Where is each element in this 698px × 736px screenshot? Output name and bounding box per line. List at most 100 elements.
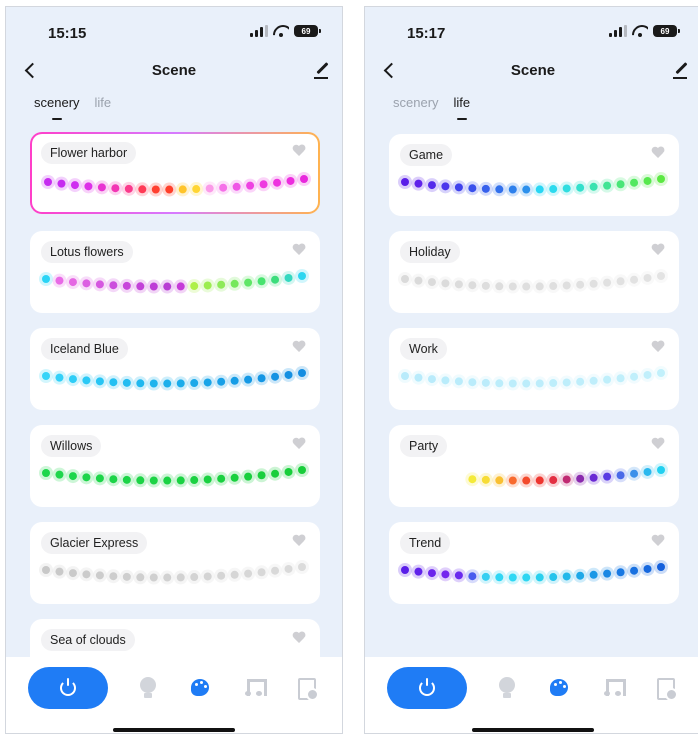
- edit-icon[interactable]: [671, 59, 691, 81]
- light-dot: [657, 272, 665, 280]
- scene-card-holiday[interactable]: Holiday: [389, 231, 679, 313]
- light-dot: [244, 569, 253, 578]
- light-dot-glow: [519, 376, 534, 391]
- light-dot: [257, 471, 266, 480]
- light-dot-glow: [106, 375, 121, 390]
- light-dot-glow: [133, 376, 148, 391]
- palette-icon[interactable]: [550, 677, 570, 699]
- light-dot: [95, 280, 104, 289]
- favorite-heart-icon[interactable]: [651, 438, 665, 451]
- light-dot: [616, 471, 625, 480]
- light-dot-glow: [187, 376, 202, 391]
- light-dot: [495, 573, 504, 582]
- bulb-icon[interactable]: [497, 677, 517, 699]
- light-dot-glow: [613, 371, 628, 386]
- power-icon: [60, 678, 76, 696]
- tab-scenery[interactable]: scenery: [34, 95, 80, 120]
- light-dot: [549, 476, 558, 485]
- light-dot-glow: [119, 569, 134, 584]
- scene-card-iceland-blue[interactable]: Iceland Blue: [30, 328, 320, 410]
- edit-icon[interactable]: [312, 59, 332, 81]
- light-dot-glow: [559, 278, 574, 293]
- scene-card-label: Flower harbor: [41, 142, 137, 164]
- tab-scenery[interactable]: scenery: [393, 95, 439, 120]
- light-dot: [271, 372, 280, 381]
- favorite-heart-icon[interactable]: [651, 341, 665, 354]
- light-dot: [246, 181, 255, 190]
- bulb-icon[interactable]: [138, 677, 158, 699]
- power-button[interactable]: [387, 667, 467, 709]
- light-dot-glow: [586, 276, 601, 291]
- light-dot: [136, 282, 145, 291]
- light-dot-glow: [214, 374, 229, 389]
- power-icon: [419, 678, 435, 696]
- light-dot-glow: [600, 372, 615, 387]
- light-dot-glow: [640, 561, 655, 576]
- tab-life[interactable]: life: [454, 95, 470, 120]
- light-dot-glow: [505, 376, 520, 391]
- light-dot: [95, 377, 104, 386]
- favorite-heart-icon[interactable]: [292, 145, 306, 158]
- schedule-icon[interactable]: [655, 677, 678, 701]
- light-dot-glow: [627, 175, 642, 190]
- scene-card-glacier-express[interactable]: Glacier Express: [30, 522, 320, 604]
- light-dot: [522, 282, 531, 291]
- light-dot-glow: [411, 370, 426, 385]
- light-dot: [535, 185, 544, 194]
- light-dot: [535, 573, 544, 582]
- music-icon[interactable]: [603, 677, 626, 699]
- favorite-heart-icon[interactable]: [292, 535, 306, 548]
- light-dot: [603, 569, 612, 578]
- light-dot: [495, 282, 504, 291]
- light-dot-glow: [65, 275, 80, 290]
- light-dot-glow: [216, 180, 231, 195]
- light-dot: [149, 379, 158, 388]
- favorite-heart-icon[interactable]: [292, 438, 306, 451]
- light-dot-glow: [241, 469, 256, 484]
- scene-card-willows[interactable]: Willows: [30, 425, 320, 507]
- light-dot-glow: [160, 473, 175, 488]
- light-dot-glow: [254, 274, 269, 289]
- favorite-heart-icon[interactable]: [651, 535, 665, 548]
- favorite-heart-icon[interactable]: [292, 632, 306, 645]
- light-dot-glow: [411, 273, 426, 288]
- light-dot: [414, 179, 423, 188]
- light-dot-glow: [654, 269, 668, 283]
- favorite-heart-icon[interactable]: [651, 147, 665, 160]
- light-dot: [576, 183, 585, 192]
- scene-card-flower-harbor[interactable]: Flower harbor: [30, 132, 320, 214]
- scene-card-label: Work: [400, 338, 447, 360]
- light-dot-glow: [532, 279, 547, 294]
- light-dot-glow: [281, 270, 296, 285]
- light-dot-glow: [465, 472, 480, 487]
- light-dot: [643, 370, 652, 379]
- light-dot: [230, 570, 239, 579]
- favorite-heart-icon[interactable]: [651, 244, 665, 257]
- palette-icon[interactable]: [191, 677, 211, 699]
- light-dot: [414, 276, 423, 285]
- light-dot: [298, 563, 306, 571]
- light-dot-glow: [119, 278, 134, 293]
- light-dot: [124, 184, 133, 193]
- light-dot-glow: [640, 173, 655, 188]
- scene-card-lotus-flowers[interactable]: Lotus flowers: [30, 231, 320, 313]
- power-button[interactable]: [28, 667, 108, 709]
- schedule-icon[interactable]: [296, 677, 319, 701]
- light-dot: [109, 475, 118, 484]
- light-dot: [55, 567, 64, 576]
- light-dot-glow: [39, 466, 53, 480]
- light-dot: [441, 376, 450, 385]
- light-dot-glow: [241, 372, 256, 387]
- light-dot: [190, 573, 199, 582]
- favorite-heart-icon[interactable]: [292, 341, 306, 354]
- scene-card-game[interactable]: Game: [389, 134, 679, 216]
- light-dot: [286, 176, 295, 185]
- scene-card-party[interactable]: Party: [389, 425, 679, 507]
- favorite-heart-icon[interactable]: [292, 244, 306, 257]
- scene-card-work[interactable]: Work: [389, 328, 679, 410]
- scene-card-trend[interactable]: Trend: [389, 522, 679, 604]
- light-dot-glow: [65, 372, 80, 387]
- music-icon[interactable]: [244, 677, 267, 699]
- light-dot: [481, 281, 490, 290]
- tab-life[interactable]: life: [95, 95, 112, 120]
